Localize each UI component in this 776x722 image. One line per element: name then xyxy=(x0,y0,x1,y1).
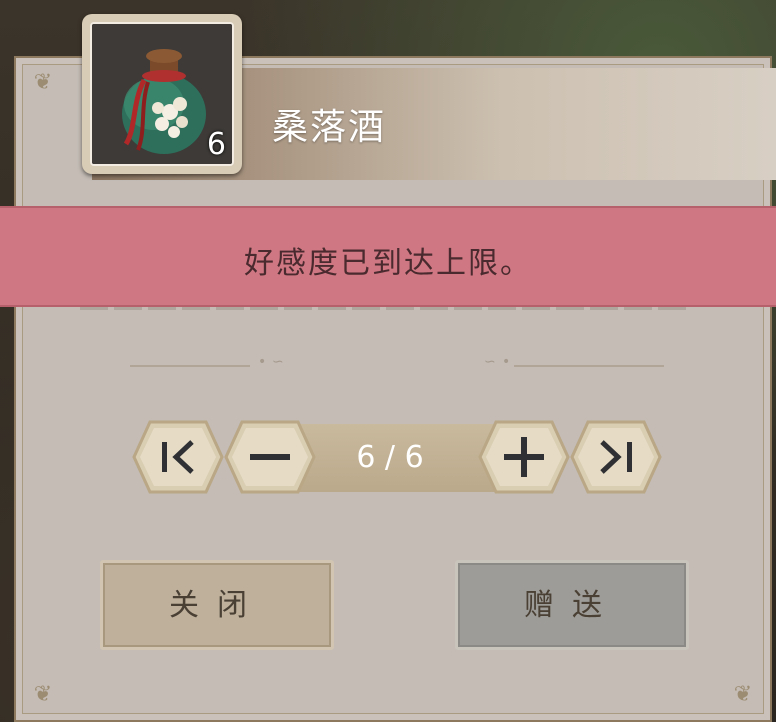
corner-ornament: ❦ xyxy=(733,682,753,707)
divider-ornament: • ∽ xyxy=(130,354,310,376)
toast-message: 好感度已到达上限。 xyxy=(244,246,532,281)
give-button[interactable]: 赠送 xyxy=(455,560,689,650)
item-count: 6 xyxy=(206,127,226,162)
divider-ornament: ∽ • xyxy=(480,354,680,376)
notification-toast: 好感度已到达上限。 xyxy=(0,206,776,307)
item-name: 桑落酒 xyxy=(272,107,387,148)
item-slot: 6 xyxy=(82,14,242,174)
skip-to-last-button[interactable] xyxy=(570,420,662,494)
minus-icon xyxy=(250,454,290,460)
minus-button[interactable] xyxy=(224,420,316,494)
corner-ornament: ❦ xyxy=(33,682,53,707)
plus-button[interactable] xyxy=(478,420,570,494)
corner-ornament: ❦ xyxy=(33,70,53,95)
skip-to-first-button[interactable] xyxy=(132,420,224,494)
close-button[interactable]: 关闭 xyxy=(100,560,334,650)
